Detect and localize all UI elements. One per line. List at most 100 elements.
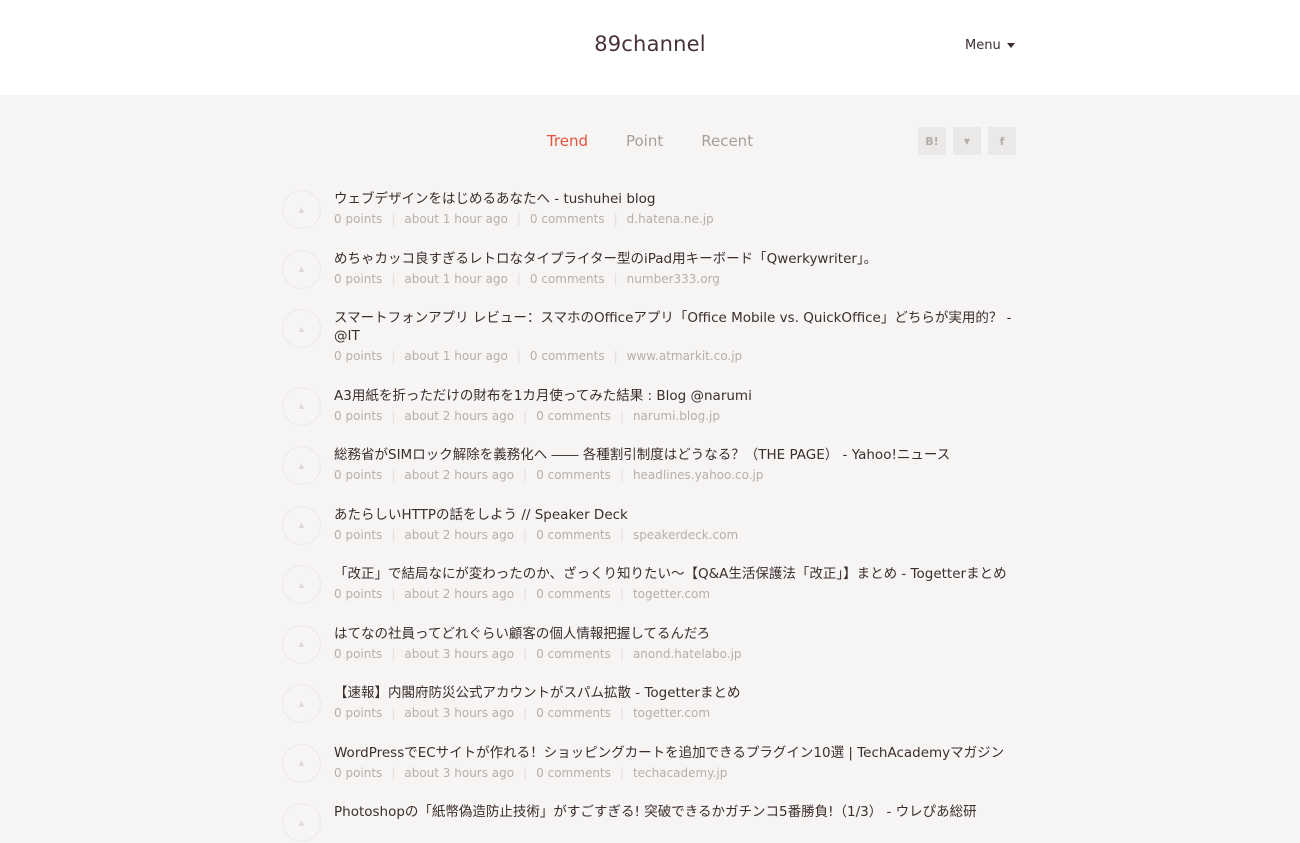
upvote-button[interactable]: ▲ xyxy=(282,684,321,723)
item-time: about 3 hours ago xyxy=(382,706,514,720)
item-comments[interactable]: 0 comments xyxy=(514,528,611,542)
item-time: about 1 hour ago xyxy=(382,212,508,226)
upvote-button[interactable]: ▲ xyxy=(282,386,321,426)
item-points: 0 points xyxy=(334,408,383,423)
list-item: ▲ A3用紙を折っただけの財布を1カ月使ってみた結果 : Blog @narumi… xyxy=(282,386,1022,426)
item-points: 0 points xyxy=(334,349,383,363)
list-item: ▲ あたらしいHTTPの話をしよう // Speaker Deck 0 points… xyxy=(282,505,1022,545)
item-meta: 0 pointsabout 3 hours ago0 commentstecha… xyxy=(334,764,1022,782)
item-time: about 1 hour ago xyxy=(382,272,508,286)
item-title[interactable]: はてなの社員ってどれぐらい顧客の個人情報把握してるんだろ xyxy=(334,625,1022,643)
item-meta: 0 pointsabout 2 hours ago0 commentsspeak… xyxy=(334,526,1022,544)
tab-trend[interactable]: Trend xyxy=(547,132,588,150)
list-item: ▲ めちゃカッコ良すぎるレトロなタイプライター型のiPad用キーボード「Qwerk… xyxy=(282,249,1022,289)
item-domain[interactable]: number333.org xyxy=(605,272,720,286)
upvote-button[interactable]: ▲ xyxy=(282,803,321,842)
list-item: ▲ WordPressでECサイトが作れる！ショッピングカートを追加できるプラグイ… xyxy=(282,743,1022,783)
item-comments[interactable]: 0 comments xyxy=(514,766,611,780)
list-item: ▲ ウェブデザインをはじめるあなたへ - tushuhei blog 0 point… xyxy=(282,190,1022,229)
facebook-icon[interactable]: f xyxy=(988,127,1016,155)
item-title[interactable]: ウェブデザインをはじめるあなたへ - tushuhei blog xyxy=(334,190,1022,208)
list-item: ▲ 総務省がSIMロック解除を義務化へ ―― 各種割引制度はどうなる？（THE P… xyxy=(282,446,1022,485)
item-comments[interactable]: 0 comments xyxy=(508,272,605,286)
arrow-up-icon: ▲ xyxy=(298,640,305,648)
upvote-button[interactable]: ▲ xyxy=(282,624,321,664)
upvote-button[interactable]: ▲ xyxy=(282,565,321,604)
arrow-up-icon: ▲ xyxy=(298,205,305,214)
article-list: ▲ ウェブデザインをはじめるあなたへ - tushuhei blog 0 point… xyxy=(282,190,1022,843)
item-meta: 0 pointsabout 1 hour ago0 commentsd.hate… xyxy=(334,210,1022,228)
item-title[interactable]: A3用紙を折っただけの財布を1カ月使ってみた結果 : Blog @narumi xyxy=(334,387,1022,405)
item-time: about 3 hours ago xyxy=(382,766,514,780)
menu-dropdown[interactable]: Menu xyxy=(965,38,1015,53)
item-domain[interactable]: anond.hatelabo.jp xyxy=(611,647,742,661)
item-comments[interactable]: 0 comments xyxy=(508,212,605,226)
item-title[interactable]: 【速報】内閣府防災公式アカウントがスパム拡散 - Togetterまとめ xyxy=(334,684,1022,702)
hatena-bookmark-icon[interactable]: B! xyxy=(918,127,946,155)
item-points: 0 points xyxy=(334,587,383,601)
item-time: about 2 hours ago xyxy=(382,468,514,482)
list-item: ▲ 「改正」で結局なにが変わったのか、ざっくり知りたい～【Q&A生活保護法「改正」… xyxy=(282,565,1022,604)
item-domain[interactable]: d.hatena.ne.jp xyxy=(605,212,714,226)
tab-point[interactable]: Point xyxy=(626,132,663,150)
arrow-up-icon: ▲ xyxy=(298,265,305,273)
item-domain[interactable]: speakerdeck.com xyxy=(611,528,738,542)
list-item: ▲ はてなの社員ってどれぐらい顧客の個人情報把握してるんだろ 0 pointsabo… xyxy=(282,624,1022,664)
item-points: 0 points xyxy=(334,527,383,542)
upvote-button[interactable]: ▲ xyxy=(282,743,321,783)
item-meta: 0 pointsabout 1 hour ago0 commentsnumber… xyxy=(334,270,1022,288)
item-domain[interactable]: headlines.yahoo.co.jp xyxy=(611,468,764,482)
item-meta: 0 pointsabout 2 hours ago0 commentsnarum… xyxy=(334,407,1022,425)
tabs: Trend Point Recent xyxy=(0,132,1300,150)
item-comments[interactable]: 0 comments xyxy=(514,647,611,661)
social-share: B! ▼ f xyxy=(918,127,1016,155)
upvote-button[interactable]: ▲ xyxy=(282,190,321,229)
upvote-button[interactable]: ▲ xyxy=(282,446,321,485)
item-title[interactable]: あたらしいHTTPの話をしよう // Speaker Deck xyxy=(334,506,1022,524)
arrow-up-icon: ▲ xyxy=(298,818,305,827)
item-domain[interactable]: narumi.blog.jp xyxy=(611,409,720,423)
item-title[interactable]: スマートフォンアプリ レビュー：スマホのOfficeアプリ「Office Mob… xyxy=(334,309,1022,345)
item-domain[interactable]: togetter.com xyxy=(611,706,710,720)
item-title[interactable]: Photoshopの「紙幣偽造防止技術」がすごすぎる! 突破できるかガチンコ5番… xyxy=(334,803,1022,821)
upvote-button[interactable]: ▲ xyxy=(282,309,321,348)
item-title[interactable]: めちゃカッコ良すぎるレトロなタイプライター型のiPad用キーボード「Qwerky… xyxy=(334,250,1022,268)
item-time: about 2 hours ago xyxy=(382,528,514,542)
item-comments[interactable]: 0 comments xyxy=(514,587,611,601)
item-points: 0 points xyxy=(334,765,383,780)
list-item: ▲ 【速報】内閣府防災公式アカウントがスパム拡散 - Togetterまとめ 0 p… xyxy=(282,684,1022,723)
menu-label: Menu xyxy=(965,38,1001,53)
arrow-up-icon: ▲ xyxy=(298,759,305,767)
item-time: about 3 hours ago xyxy=(382,647,514,661)
item-title[interactable]: 総務省がSIMロック解除を義務化へ ―― 各種割引制度はどうなる？（THE PA… xyxy=(334,446,1022,464)
item-points: 0 points xyxy=(334,706,383,720)
arrow-up-icon: ▲ xyxy=(298,402,305,410)
arrow-up-icon: ▲ xyxy=(298,461,305,470)
twitter-icon[interactable]: ▼ xyxy=(953,127,981,155)
item-comments[interactable]: 0 comments xyxy=(508,349,605,363)
site-logo[interactable]: 89channel xyxy=(0,32,1300,56)
list-item: ▲ Photoshopの「紙幣偽造防止技術」がすごすぎる! 突破できるかガチンコ5… xyxy=(282,803,1022,842)
item-time: about 2 hours ago xyxy=(382,409,514,423)
item-time: about 2 hours ago xyxy=(382,587,514,601)
item-domain[interactable]: www.atmarkit.co.jp xyxy=(605,349,743,363)
item-title[interactable]: 「改正」で結局なにが変わったのか、ざっくり知りたい～【Q&A生活保護法「改正」】… xyxy=(334,565,1022,583)
upvote-button[interactable]: ▲ xyxy=(282,505,321,545)
item-comments[interactable]: 0 comments xyxy=(514,409,611,423)
item-points: 0 points xyxy=(334,271,383,286)
item-title[interactable]: WordPressでECサイトが作れる！ショッピングカートを追加できるプラグイン… xyxy=(334,744,1022,762)
caret-down-icon xyxy=(1006,43,1015,48)
item-meta: 0 pointsabout 2 hours ago0 commentsheadl… xyxy=(334,466,1022,484)
item-comments[interactable]: 0 comments xyxy=(514,706,611,720)
upvote-button[interactable]: ▲ xyxy=(282,249,321,289)
item-domain[interactable]: togetter.com xyxy=(611,587,710,601)
item-points: 0 points xyxy=(334,212,383,226)
item-domain[interactable]: techacademy.jp xyxy=(611,766,728,780)
item-time: about 1 hour ago xyxy=(382,349,508,363)
arrow-up-icon: ▲ xyxy=(298,521,305,529)
item-meta: 0 pointsabout 2 hours ago0 commentstoget… xyxy=(334,585,1022,603)
arrow-up-icon: ▲ xyxy=(298,324,305,333)
item-comments[interactable]: 0 comments xyxy=(514,468,611,482)
list-item: ▲ スマートフォンアプリ レビュー：スマホのOfficeアプリ「Office Mo… xyxy=(282,309,1022,365)
tab-recent[interactable]: Recent xyxy=(701,132,753,150)
